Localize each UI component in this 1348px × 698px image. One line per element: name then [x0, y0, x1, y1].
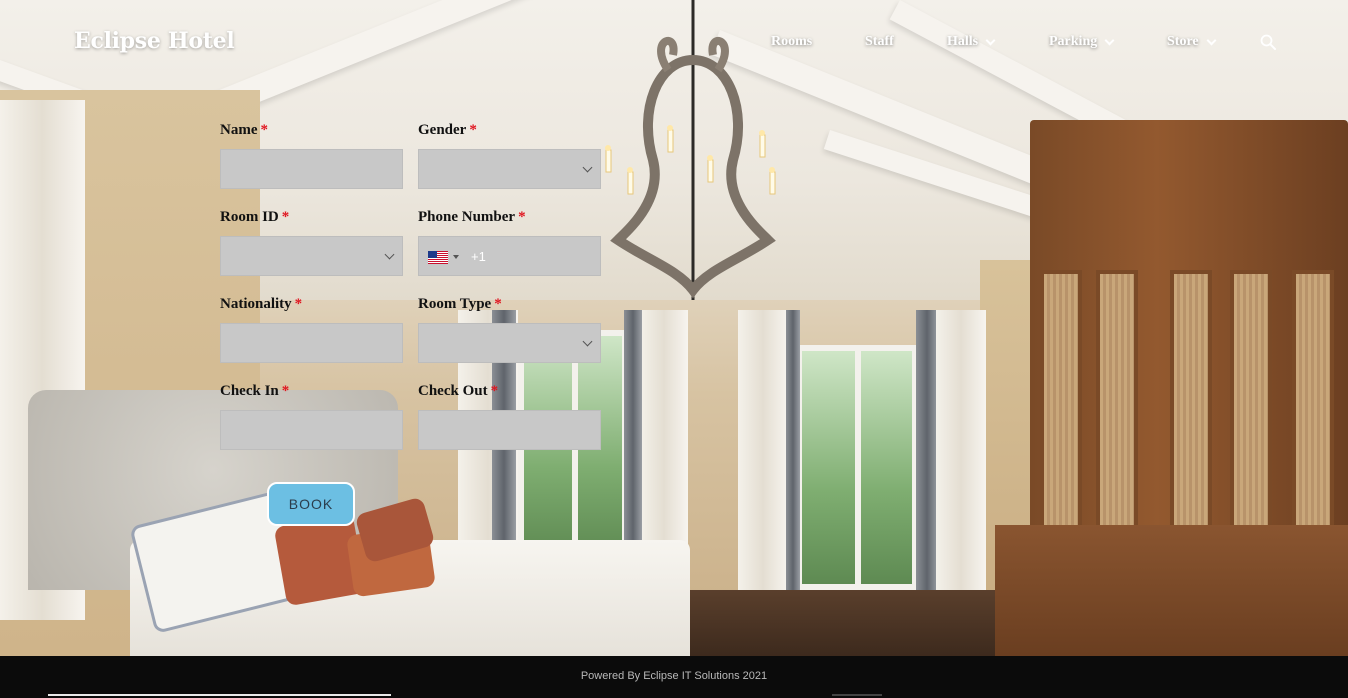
nationality-field-group: Nationality * [220, 294, 403, 363]
required-marker: * [281, 383, 290, 399]
nav-item-rooms[interactable]: Rooms [771, 34, 812, 50]
chevron-down-icon [1206, 35, 1217, 45]
nav-item-label: Halls [947, 34, 979, 49]
required-marker: * [494, 296, 502, 312]
required-marker: * [469, 122, 477, 138]
required-marker: * [281, 209, 290, 225]
room-id-label: Room ID * [220, 209, 290, 225]
nationality-input[interactable] [220, 323, 403, 363]
nav-item-parking[interactable]: Parking [1049, 34, 1115, 50]
curtain [624, 310, 642, 570]
phone-field-group: Phone Number * +1 [418, 207, 601, 276]
curtain [916, 310, 938, 595]
nav-item-label: Parking [1049, 34, 1098, 49]
phone-label: Phone Number * [418, 209, 526, 225]
footer: Powered By Eclipse IT Solutions 2021 [0, 656, 1348, 698]
required-marker: * [518, 209, 526, 225]
french-door [796, 345, 918, 590]
check-in-input[interactable] [220, 410, 403, 450]
check-in-field-group: Check In * [220, 381, 403, 450]
background-bedroom-image [0, 0, 1348, 656]
dresser [995, 525, 1348, 656]
nav-item-store[interactable]: Store [1167, 34, 1217, 50]
top-navbar: Eclipse Hotel Rooms Staff Halls Parking … [0, 0, 1348, 88]
gender-field-group: Gender * [418, 120, 601, 189]
required-marker: * [490, 383, 499, 399]
footer-credit: Powered By Eclipse IT Solutions 2021 [580, 670, 768, 682]
nav-item-label: Rooms [771, 34, 813, 49]
wardrobe [1030, 120, 1348, 590]
divider [832, 694, 882, 696]
nationality-label: Nationality * [220, 296, 303, 312]
room-type-field-group: Room Type * [418, 294, 601, 363]
chevron-down-icon [985, 35, 996, 45]
us-flag-icon[interactable] [428, 251, 448, 264]
name-input[interactable] [220, 149, 403, 189]
phone-country-code: +1 [471, 249, 486, 264]
curtain [936, 310, 986, 595]
check-out-input[interactable] [418, 410, 601, 450]
check-out-field-group: Check Out * [418, 381, 601, 450]
nav-item-halls[interactable]: Halls [947, 34, 996, 50]
room-type-label: Room Type * [418, 296, 502, 312]
horizontal-scrollbar[interactable] [48, 694, 391, 696]
gender-label: Gender * [418, 122, 477, 138]
phone-input[interactable]: +1 [418, 236, 601, 276]
book-button[interactable]: BOOK [267, 482, 355, 526]
check-out-label: Check Out * [418, 383, 499, 399]
curtain [786, 310, 800, 590]
room-id-select[interactable] [220, 236, 403, 276]
nav-item-label: Store [1167, 34, 1199, 49]
brand-logo[interactable]: Eclipse Hotel [74, 28, 235, 54]
nav-item-label: Staff [865, 34, 894, 49]
curtain [738, 310, 788, 590]
chevron-down-icon [1104, 35, 1115, 45]
room-id-field-group: Room ID * [220, 207, 403, 276]
gender-select[interactable] [418, 149, 601, 189]
caret-down-icon[interactable] [453, 255, 459, 259]
required-marker: * [260, 122, 269, 138]
nav-item-staff[interactable]: Staff [865, 34, 894, 50]
search-icon[interactable] [1260, 34, 1276, 50]
curtain [640, 310, 688, 570]
name-label: Name * [220, 122, 269, 138]
room-type-select[interactable] [418, 323, 601, 363]
name-field-group: Name * [220, 120, 403, 189]
check-in-label: Check In * [220, 383, 290, 399]
required-marker: * [294, 296, 303, 312]
